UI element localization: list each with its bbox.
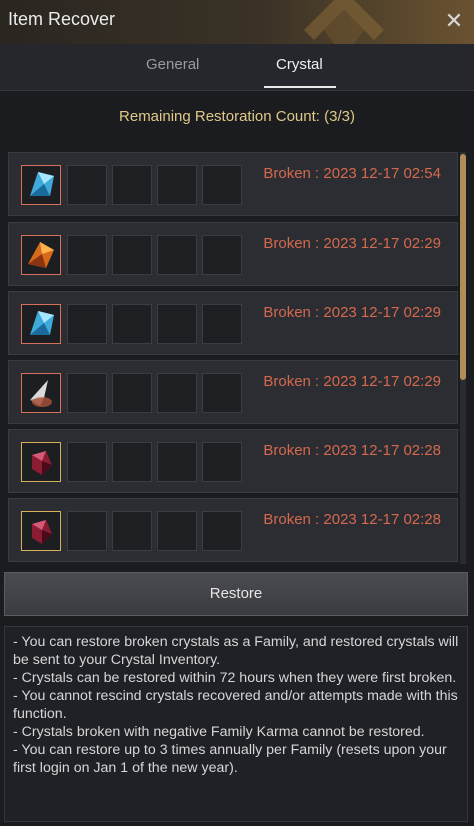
empty-slot[interactable] [202,442,242,482]
note-line: - You can restore broken crystals as a F… [13,634,459,668]
empty-slot[interactable] [112,165,152,205]
broken-time: Broken : 2023 12-17 02:29 [263,304,441,321]
remaining-count: Remaining Restoration Count: (3/3) [119,108,355,125]
empty-slot[interactable] [112,373,152,413]
empty-slot[interactable] [157,235,197,275]
note-line: - Crystals broken with negative Family K… [13,724,425,740]
active-tab-indicator [264,86,336,88]
red-crystal-icon[interactable] [21,442,61,482]
empty-slot[interactable] [157,511,197,551]
empty-slot[interactable] [67,511,107,551]
title-decoration [304,0,384,44]
broken-time: Broken : 2023 12-17 02:29 [263,235,441,252]
empty-slot[interactable] [202,511,242,551]
restore-button[interactable]: Restore [4,572,468,616]
empty-slot[interactable] [202,235,242,275]
list-item[interactable]: Broken : 2023 12-17 02:28 [8,429,458,493]
list-item[interactable]: Broken : 2023 12-17 02:29 [8,291,458,355]
list-item[interactable]: Broken : 2023 12-17 02:29 [8,222,458,286]
list-item[interactable]: Broken : 2023 12-17 02:54 [8,152,458,216]
tab-bar: General Crystal [0,44,474,91]
crystal-list: Broken : 2023 12-17 02:54 Broken : 2023 … [8,152,458,564]
empty-slot[interactable] [112,442,152,482]
empty-slot[interactable] [67,165,107,205]
notes-panel: - You can restore broken crystals as a F… [4,626,468,822]
empty-slot[interactable] [157,165,197,205]
close-icon[interactable]: ✕ [442,9,466,33]
tab-crystal[interactable]: Crystal [276,56,323,73]
empty-slot[interactable] [67,442,107,482]
title-bar: Item Recover ✕ [0,0,474,45]
blue-crystal-icon[interactable] [21,165,61,205]
empty-slot[interactable] [112,304,152,344]
empty-slot[interactable] [67,373,107,413]
blue-crystal-icon[interactable] [21,304,61,344]
orange-crystal-icon[interactable] [21,235,61,275]
empty-slot[interactable] [202,304,242,344]
broken-time: Broken : 2023 12-17 02:28 [263,442,441,459]
empty-slot[interactable] [202,165,242,205]
list-scrollbar[interactable] [460,152,466,564]
list-item[interactable]: Broken : 2023 12-17 02:29 [8,360,458,424]
broken-time: Broken : 2023 12-17 02:28 [263,511,441,528]
empty-slot[interactable] [112,511,152,551]
empty-slot[interactable] [67,304,107,344]
empty-slot[interactable] [157,373,197,413]
empty-slot[interactable] [112,235,152,275]
broken-time: Broken : 2023 12-17 02:29 [263,373,441,390]
broken-time: Broken : 2023 12-17 02:54 [263,165,441,182]
red-crystal-icon[interactable] [21,511,61,551]
scroll-thumb[interactable] [460,154,466,380]
tab-general[interactable]: General [146,56,199,73]
empty-slot[interactable] [157,442,197,482]
empty-slot[interactable] [67,235,107,275]
note-line: - You can restore up to 3 times annually… [13,742,447,776]
list-item[interactable]: Broken : 2023 12-17 02:28 [8,498,458,562]
white-crystal-icon[interactable] [21,373,61,413]
empty-slot[interactable] [202,373,242,413]
empty-slot[interactable] [157,304,197,344]
window-title: Item Recover [8,9,116,29]
note-line: - Crystals can be restored within 72 hou… [13,670,457,686]
note-line: - You cannot rescind crystals recovered … [13,688,458,722]
